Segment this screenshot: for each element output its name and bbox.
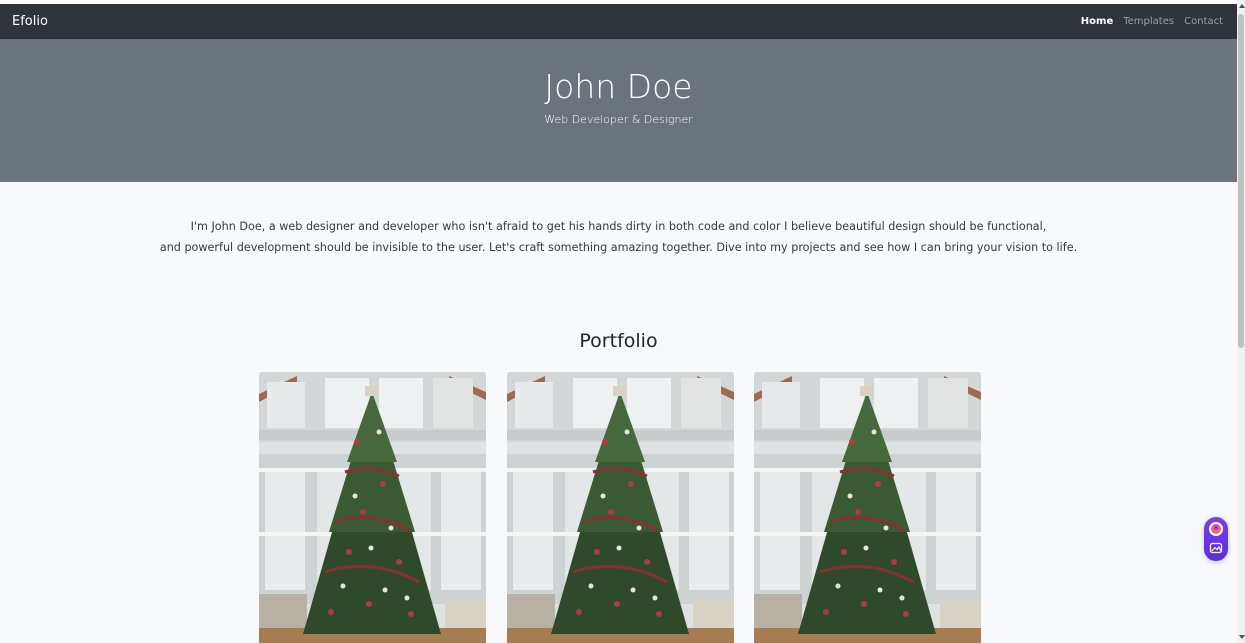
- hero-name: John Doe: [544, 67, 693, 106]
- nav-link-contact[interactable]: Contact: [1184, 16, 1223, 27]
- hero-banner: John Doe Web Developer & Designer: [0, 39, 1237, 182]
- brand-logo[interactable]: Efolio: [12, 14, 48, 29]
- nav-link-templates[interactable]: Templates: [1123, 16, 1174, 27]
- scroll-down-arrow-icon[interactable]: [1239, 635, 1245, 639]
- hero-subtitle: Web Developer & Designer: [544, 113, 693, 126]
- portfolio-card-2[interactable]: [507, 372, 734, 643]
- scrollbar-thumb[interactable]: [1238, 14, 1244, 348]
- about-text-line-2: and powerful development should be invis…: [159, 241, 1078, 254]
- portfolio-card-1[interactable]: [259, 372, 486, 643]
- about-section: I'm John Doe, a web designer and develop…: [0, 216, 1237, 258]
- navbar: Efolio Home Templates Contact: [0, 4, 1237, 39]
- nav-links: Home Templates Contact: [1081, 16, 1223, 27]
- portfolio-image: [259, 372, 486, 643]
- scroll-up-arrow-icon[interactable]: [1239, 4, 1245, 8]
- assistant-logo-icon: [1209, 522, 1223, 536]
- portfolio-image: [754, 372, 981, 643]
- nav-link-home[interactable]: Home: [1081, 16, 1113, 27]
- image-tool-icon: [1209, 542, 1223, 554]
- portfolio-title: Portfolio: [579, 330, 658, 352]
- portfolio-image: [507, 372, 734, 643]
- about-text-line-1: I'm John Doe, a web designer and develop…: [190, 220, 1047, 233]
- assistant-widget[interactable]: [1204, 517, 1228, 561]
- portfolio-card-3[interactable]: [754, 372, 981, 643]
